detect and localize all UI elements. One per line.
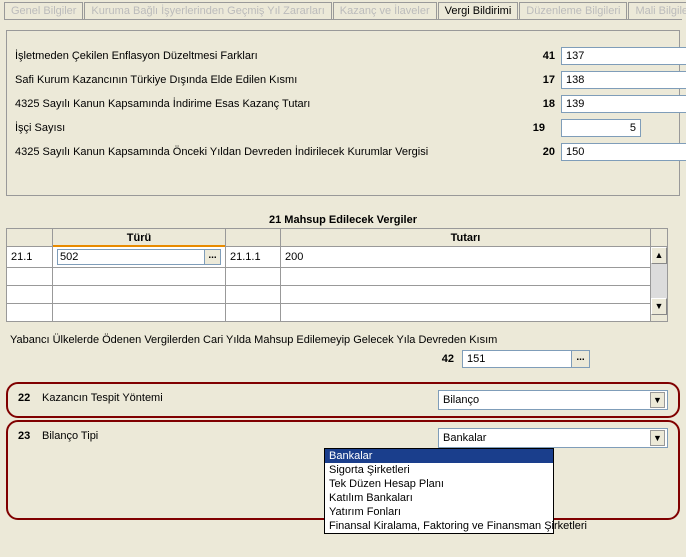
num-23: 23 [18, 428, 42, 442]
row-22-box: 22 Kazancın Tespit Yöntemi Bilanço ▼ [6, 382, 680, 418]
picker-42[interactable]: ... [572, 350, 590, 368]
option-finansal[interactable]: Finansal Kiralama, Faktoring ve Finansma… [325, 519, 553, 533]
tab-genel[interactable]: Genel Bilgiler [4, 2, 83, 19]
row-23-box: 23 Bilanço Tipi Bankalar ▼ Bankalar Sigo… [6, 420, 680, 520]
cell-21-1[interactable]: 21.1 [7, 247, 53, 268]
tab-duzenleme[interactable]: Düzenleme Bilgileri [519, 2, 627, 19]
chevron-down-icon[interactable]: ▼ [650, 430, 665, 446]
input-19[interactable] [561, 119, 641, 137]
chevron-down-icon[interactable]: ▼ [650, 392, 665, 408]
num-17: 17 [539, 74, 561, 86]
select-22[interactable]: Bilanço ▼ [438, 390, 668, 410]
label-22: Kazancın Tespit Yöntemi [42, 390, 438, 404]
num-19: 19 [529, 122, 551, 134]
cell-turu-picker[interactable]: ... [205, 249, 221, 265]
tab-kazanc[interactable]: Kazanç ve İlaveler [333, 2, 437, 19]
grid-21: Türü Tutarı 21.1 ... 21.1.1 200 ▲ ▼ [6, 228, 680, 322]
select-22-value: Bilanço [443, 394, 479, 406]
option-yatirim[interactable]: Yatırım Fonları [325, 505, 553, 519]
label-17: Safi Kurum Kazancının Türkiye Dışında El… [15, 74, 539, 86]
cell-tutari[interactable]: 200 [281, 247, 651, 268]
tab-bar: Genel Bilgiler Kuruma Bağlı İşyerlerinde… [4, 2, 682, 20]
option-katilim[interactable]: Katılım Bankaları [325, 491, 553, 505]
label-18: 4325 Sayılı Kanun Kapsamında İndirime Es… [15, 98, 539, 110]
option-bankalar[interactable]: Bankalar [325, 449, 553, 463]
label-23: Bilanço Tipi [42, 428, 438, 442]
scroll-up[interactable]: ▲ [651, 247, 667, 264]
top-panel: İşletmeden Çekilen Enflasyon Düzeltmesi … [6, 30, 680, 196]
col-tutari: Tutarı [281, 229, 651, 247]
col-turu: Türü [127, 232, 151, 244]
cell-21-1-1[interactable]: 21.1.1 [226, 247, 281, 268]
cell-turu-input[interactable] [57, 249, 205, 265]
scroll-down[interactable]: ▼ [651, 298, 667, 315]
tab-mali[interactable]: Mali Bilgiler [628, 2, 686, 19]
label-20: 4325 Sayılı Kanun Kapsamında Önceki Yıld… [15, 146, 539, 158]
label-41: İşletmeden Çekilen Enflasyon Düzeltmesi … [15, 50, 539, 62]
input-41[interactable] [561, 47, 686, 65]
num-18: 18 [539, 98, 561, 110]
section-21-title: 21 Mahsup Edilecek Vergiler [0, 214, 686, 226]
input-17[interactable] [561, 71, 686, 89]
num-22: 22 [18, 390, 42, 404]
label-yabanci: Yabancı Ülkelerde Ödenen Vergilerden Car… [10, 334, 680, 346]
select-23-dropdown: Bankalar Sigorta Şirketleri Tek Düzen He… [324, 448, 554, 534]
input-18[interactable] [561, 95, 686, 113]
tab-kuruma[interactable]: Kuruma Bağlı İşyerlerinden Geçmiş Yıl Za… [84, 2, 331, 19]
num-41: 41 [539, 50, 561, 62]
num-42: 42 [434, 353, 462, 365]
col-blank2 [226, 229, 281, 247]
select-23-value: Bankalar [443, 432, 486, 444]
select-23[interactable]: Bankalar ▼ [438, 428, 668, 448]
num-20: 20 [539, 146, 561, 158]
scroll-track[interactable] [651, 264, 667, 298]
tab-vergi[interactable]: Vergi Bildirimi [438, 2, 519, 19]
input-42[interactable] [462, 350, 572, 368]
input-20[interactable] [561, 143, 686, 161]
option-sigorta[interactable]: Sigorta Şirketleri [325, 463, 553, 477]
label-19: İşçi Sayısı [15, 122, 529, 134]
option-tekduzen[interactable]: Tek Düzen Hesap Planı [325, 477, 553, 491]
col-scroll [651, 229, 668, 247]
